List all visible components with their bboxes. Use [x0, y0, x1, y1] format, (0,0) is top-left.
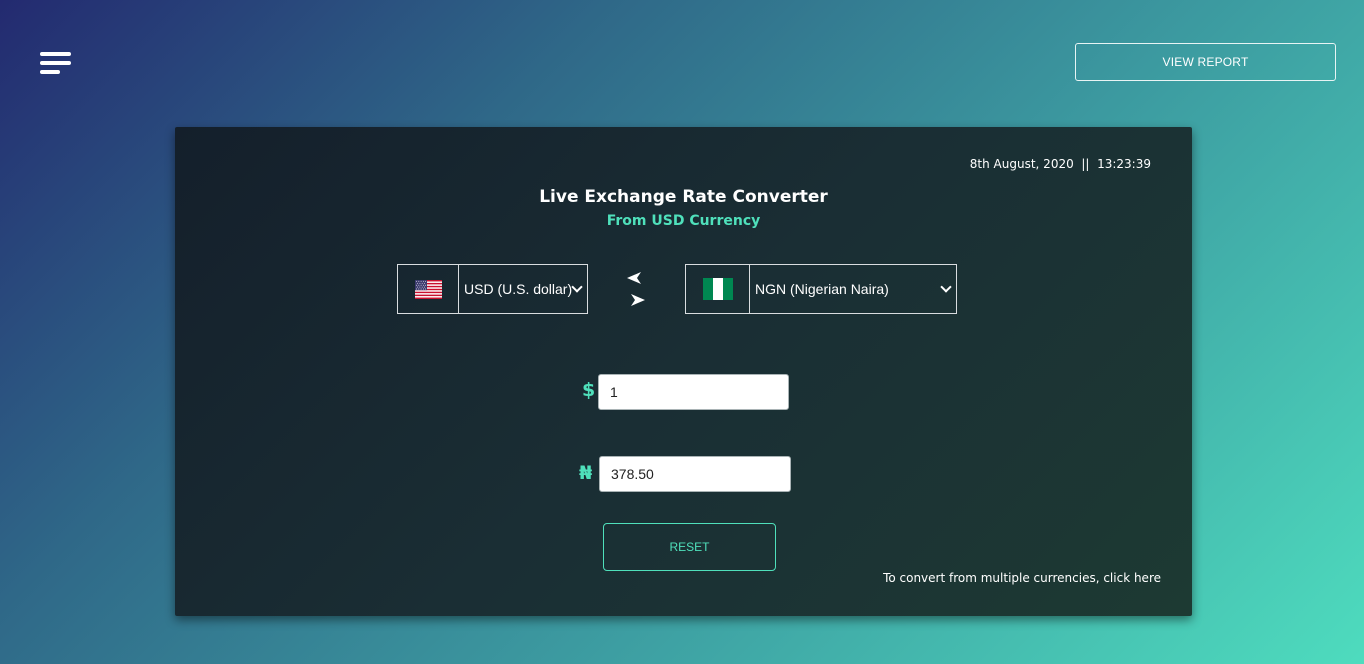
time-text: 13:23:39 — [1097, 157, 1151, 171]
view-report-button[interactable]: VIEW REPORT — [1075, 43, 1336, 81]
multi-currency-link[interactable]: To convert from multiple currencies, cli… — [883, 571, 1161, 585]
arrow-right-icon — [631, 294, 645, 306]
chevron-down-icon — [940, 281, 952, 293]
from-currency-select[interactable]: USD (U.S. dollar) — [459, 265, 587, 313]
menu-bar-1 — [40, 52, 71, 56]
converter-card: 8th August, 2020 || 13:23:39 Live Exchan… — [175, 127, 1192, 616]
to-currency-label: NGN (Nigerian Naira) — [755, 281, 889, 297]
us-flag-icon — [414, 279, 442, 299]
from-flag-cell — [398, 265, 459, 313]
chevron-down-icon — [571, 281, 583, 293]
page-subtitle: From USD Currency — [606, 213, 761, 229]
menu-icon[interactable] — [40, 52, 71, 74]
menu-bar-3 — [40, 70, 60, 74]
datetime-display: 8th August, 2020 || 13:23:39 — [970, 157, 1151, 171]
swap-currencies-icon[interactable] — [626, 271, 646, 307]
from-currency-label: USD (U.S. dollar) — [464, 281, 573, 297]
from-amount-input[interactable]: 1 — [598, 374, 789, 410]
reset-button[interactable]: RESET — [603, 523, 776, 571]
menu-bar-2 — [40, 61, 71, 65]
to-amount-input[interactable]: 378.50 — [599, 456, 791, 492]
page-title: Live Exchange Rate Converter — [539, 187, 828, 207]
to-flag-cell — [686, 265, 750, 313]
naira-symbol: ₦ — [579, 462, 593, 484]
arrow-left-icon — [627, 272, 641, 284]
to-currency-selector: NGN (Nigerian Naira) — [685, 264, 957, 314]
nigeria-flag-icon — [702, 278, 733, 300]
datetime-separator: || — [1081, 157, 1090, 171]
from-currency-selector: USD (U.S. dollar) — [397, 264, 588, 314]
date-text: 8th August, 2020 — [969, 157, 1074, 171]
dollar-symbol: $ — [582, 379, 596, 401]
to-currency-select[interactable]: NGN (Nigerian Naira) — [750, 265, 956, 313]
